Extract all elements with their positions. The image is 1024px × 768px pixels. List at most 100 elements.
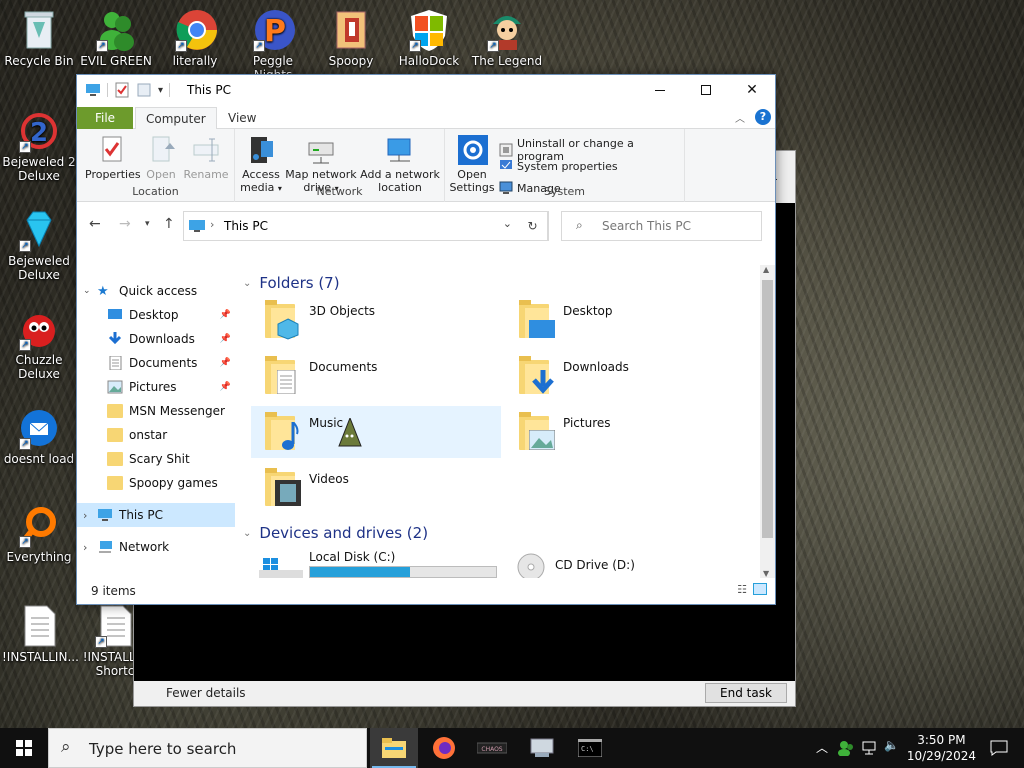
expand-chevron-icon[interactable]: › bbox=[83, 509, 97, 522]
file-explorer-icon bbox=[382, 738, 406, 758]
taskbar-clock[interactable]: 3:50 PM 10/29/2024 bbox=[907, 732, 976, 764]
tab-file[interactable]: File bbox=[77, 107, 133, 129]
desktop-icon-installing[interactable]: !INSTALLIN... bbox=[2, 598, 79, 664]
refresh-icon: ↻ bbox=[527, 219, 538, 233]
nav-item-quick-access[interactable]: ⌄ ★ Quick access bbox=[77, 279, 235, 303]
drive-local-disk-c[interactable]: Local Disk (C:) bbox=[251, 548, 501, 578]
folder-music[interactable]: Music bbox=[251, 406, 501, 458]
nav-item-msn-messenger[interactable]: MSN Messenger bbox=[77, 399, 235, 423]
desktop-icon-recycle-bin[interactable]: Recycle Bin bbox=[2, 2, 76, 68]
close-icon: ✕ bbox=[746, 82, 758, 98]
tab-computer[interactable]: Computer bbox=[135, 107, 217, 130]
volume-icon[interactable]: 🔈 bbox=[884, 738, 899, 752]
nav-item-onstar[interactable]: onstar bbox=[77, 423, 235, 447]
folder-pictures[interactable]: Pictures bbox=[505, 406, 755, 458]
scroll-up-icon[interactable]: ▲ bbox=[763, 265, 769, 274]
nav-item-this-pc[interactable]: › This PC bbox=[77, 503, 235, 527]
devices-group-header[interactable]: ⌄ Devices and drives (2) bbox=[243, 524, 428, 542]
folder-icon bbox=[107, 404, 123, 418]
taskbar-game-app[interactable]: CHAOS bbox=[468, 728, 516, 768]
open-button[interactable]: Open bbox=[139, 135, 183, 181]
details-view-icon[interactable]: ☷ bbox=[737, 583, 747, 596]
desktop-icon-the-legend[interactable]: ↗ The Legend bbox=[470, 2, 544, 68]
tab-view[interactable]: View bbox=[218, 107, 266, 129]
desktop-icon-bejeweled-2[interactable]: 2 ↗ Bejeweled 2 Deluxe bbox=[2, 103, 76, 183]
taskbar-search-box[interactable]: ⌕ Type here to search bbox=[48, 728, 367, 768]
desktop-icon-peggle-nights[interactable]: P ↗ Peggle Nights bbox=[236, 2, 310, 82]
breadcrumb-chevron-icon[interactable]: › bbox=[210, 218, 214, 231]
computer-icon bbox=[189, 220, 205, 232]
new-folder-icon[interactable] bbox=[136, 82, 152, 98]
maximize-icon bbox=[701, 85, 711, 95]
network-status-icon[interactable] bbox=[862, 740, 878, 756]
quick-access-toolbar: ▾ bbox=[85, 82, 171, 98]
desktop-icon-doesnt-load[interactable]: ↗ doesnt load bbox=[2, 400, 76, 466]
close-button[interactable]: ✕ bbox=[729, 75, 775, 105]
desktop-icon-bejeweled[interactable]: ↗ Bejeweled Deluxe bbox=[2, 202, 76, 282]
help-icon[interactable]: ? bbox=[755, 109, 771, 125]
properties-button[interactable]: Properties bbox=[85, 135, 141, 181]
show-hidden-icons-chevron-icon[interactable]: ︿ bbox=[816, 739, 828, 756]
minimize-button[interactable] bbox=[637, 75, 683, 105]
folder-videos[interactable]: Videos bbox=[251, 462, 501, 514]
network-drive-icon bbox=[530, 738, 554, 757]
text-file-shortcut-icon: ↗ bbox=[95, 604, 135, 648]
folder-downloads[interactable]: Downloads bbox=[505, 350, 755, 402]
notification-center-icon[interactable] bbox=[990, 740, 1008, 756]
taskbar-network-app[interactable] bbox=[518, 728, 566, 768]
drive-cd-d[interactable]: CD Drive (D:) bbox=[505, 548, 755, 578]
folder-3d-objects[interactable]: 3D Objects bbox=[251, 294, 501, 346]
large-icons-view-icon[interactable] bbox=[753, 583, 767, 595]
taskbar-terminal[interactable]: C:\ bbox=[566, 728, 614, 768]
end-task-button[interactable]: End task bbox=[705, 683, 787, 703]
scrollbar-thumb[interactable] bbox=[762, 280, 773, 538]
nav-item-documents[interactable]: Documents 📌 bbox=[77, 351, 235, 375]
pictures-icon bbox=[107, 380, 123, 394]
collapse-chevron-icon[interactable]: ⌄ bbox=[243, 528, 251, 539]
desktop-icon-everything[interactable]: ↗ Everything bbox=[2, 498, 76, 564]
nav-item-network[interactable]: › Network bbox=[77, 535, 235, 559]
fewer-details-link[interactable]: Fewer details bbox=[166, 686, 246, 700]
address-dropdown-icon[interactable]: ⌄ bbox=[503, 217, 512, 230]
search-box[interactable]: ⌕ Search This PC bbox=[561, 211, 762, 241]
refresh-button[interactable]: ↻ bbox=[518, 211, 548, 241]
maximize-button[interactable] bbox=[683, 75, 729, 105]
nav-item-downloads[interactable]: Downloads 📌 bbox=[77, 327, 235, 351]
nav-item-desktop[interactable]: Desktop 📌 bbox=[77, 303, 235, 327]
folder-documents[interactable]: Documents bbox=[251, 350, 501, 402]
folder-icon bbox=[107, 452, 123, 466]
desktop-icon-spoopy[interactable]: Spoopy bbox=[314, 2, 388, 68]
desktop-icon-hallodock[interactable]: ↗ HalloDock bbox=[392, 2, 466, 68]
taskbar-firefox[interactable] bbox=[420, 728, 468, 768]
nav-item-pictures[interactable]: Pictures 📌 bbox=[77, 375, 235, 399]
desktop-icon-chuzzle[interactable]: ↗ Chuzzle Deluxe bbox=[2, 301, 76, 381]
start-button[interactable] bbox=[0, 728, 48, 768]
desktop-icon-evil-green[interactable]: ↗ EVIL GREEN bbox=[79, 2, 153, 68]
address-box[interactable]: › This PC ⌄ bbox=[183, 211, 549, 241]
svg-text:C:\: C:\ bbox=[581, 745, 594, 753]
expand-chevron-icon[interactable]: › bbox=[83, 541, 97, 554]
ribbon-group-system: Open Settings Uninstall or change a prog… bbox=[445, 129, 685, 202]
recent-locations-chevron-icon[interactable]: ▾ bbox=[145, 219, 150, 229]
shortcut-arrow-icon: ↗ bbox=[253, 40, 265, 52]
back-arrow-icon[interactable]: ← bbox=[89, 216, 101, 232]
folders-group-header[interactable]: ⌄ Folders (7) bbox=[243, 274, 340, 292]
desktop-icon-literally[interactable]: ↗ literally bbox=[158, 2, 232, 68]
scroll-down-icon[interactable]: ▼ bbox=[763, 569, 769, 578]
expand-chevron-icon[interactable]: ⌄ bbox=[83, 286, 97, 296]
collapse-chevron-icon[interactable]: ⌄ bbox=[243, 278, 251, 289]
properties-check-icon[interactable] bbox=[114, 82, 130, 98]
nav-item-spoopy-games[interactable]: Spoopy games bbox=[77, 471, 235, 495]
chevron-down-icon[interactable]: ▾ bbox=[158, 85, 163, 96]
content-scrollbar[interactable]: ▲ ▼ bbox=[760, 265, 775, 578]
taskbar-file-explorer[interactable] bbox=[370, 728, 418, 768]
collapse-ribbon-icon[interactable]: ︿ bbox=[735, 110, 745, 125]
messenger-tray-icon[interactable] bbox=[838, 740, 854, 756]
computer-icon bbox=[98, 509, 112, 521]
folder-desktop[interactable]: Desktop bbox=[505, 294, 755, 346]
system-properties-button[interactable]: System properties bbox=[499, 159, 618, 173]
rename-button[interactable]: Rename bbox=[183, 135, 229, 181]
nav-item-scary-shit[interactable]: Scary Shit bbox=[77, 447, 235, 471]
up-arrow-icon[interactable]: ↑ bbox=[163, 216, 175, 232]
forward-arrow-icon[interactable]: → bbox=[119, 216, 131, 232]
